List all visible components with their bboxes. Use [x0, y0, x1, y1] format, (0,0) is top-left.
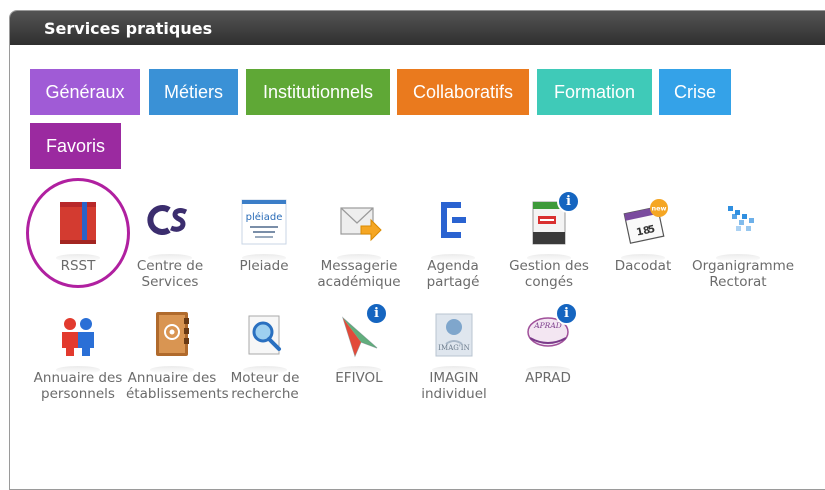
svg-text:new: new — [651, 205, 666, 213]
aprad-icon: APRAD i — [520, 302, 578, 374]
service-label: Centre de Services — [136, 258, 204, 290]
service-moteur-recherche[interactable]: Moteur de recherche — [219, 308, 311, 402]
service-label: Agenda partagé — [426, 258, 480, 290]
tab-metiers[interactable]: Métiers — [149, 69, 238, 115]
calendar-icon: 18 5 new — [615, 196, 671, 262]
pleiade-logo-icon: pléiade — [236, 196, 292, 262]
address-book-icon — [144, 308, 200, 374]
organigramme-icon — [710, 196, 766, 262]
service-organigramme[interactable]: Organigramme Rectorat — [692, 196, 795, 290]
tab-formation[interactable]: Formation — [537, 69, 652, 115]
service-imagin[interactable]: IMAG'IN IMAGIN individuel — [408, 308, 500, 402]
service-label: Messagerie académique — [317, 258, 401, 290]
service-label: Annuaire des établissements — [126, 370, 229, 402]
service-agenda[interactable]: Agenda partagé — [407, 196, 499, 290]
service-label: Organigramme Rectorat — [692, 258, 795, 290]
info-icon[interactable]: i — [557, 190, 580, 213]
service-dacodat[interactable]: 18 5 new Dacodat — [597, 196, 689, 274]
mail-icon — [331, 196, 387, 262]
svg-text:pléiade: pléiade — [246, 211, 283, 223]
service-label: IMAGIN individuel — [421, 370, 487, 402]
tab-generaux[interactable]: Généraux — [30, 69, 140, 115]
imagin-icon: IMAG'IN — [426, 308, 482, 374]
tab-institutionnels[interactable]: Institutionnels — [246, 69, 390, 115]
service-messagerie[interactable]: Messagerie académique — [313, 196, 405, 290]
service-centre-de-services[interactable]: Centre de Services — [124, 196, 216, 290]
info-icon[interactable]: i — [365, 302, 388, 325]
cs-logo-icon — [142, 196, 198, 262]
service-aprad[interactable]: APRAD i APRAD — [502, 302, 594, 386]
agenda-icon — [425, 196, 481, 262]
paper-plane-icon: i — [331, 302, 388, 374]
tab-collaboratifs[interactable]: Collaboratifs — [397, 69, 529, 115]
service-label: Moteur de recherche — [230, 370, 300, 402]
info-icon[interactable]: i — [555, 302, 578, 325]
service-annuaire-etablissements[interactable]: Annuaire des établissements — [126, 308, 229, 402]
service-label: Annuaire des personnels — [33, 370, 123, 402]
service-gestion-conges[interactable]: i Gestion des congés — [503, 190, 595, 290]
tab-crise[interactable]: Crise — [659, 69, 731, 115]
service-annuaire-personnels[interactable]: Annuaire des personnels — [32, 308, 124, 402]
people-icon — [50, 308, 106, 374]
panel-header: Services pratiques — [10, 11, 825, 45]
search-icon — [237, 308, 293, 374]
conges-icon: i — [521, 190, 580, 262]
service-pleiade[interactable]: pléiade Pleiade — [218, 196, 310, 274]
service-efivol[interactable]: i EFIVOL — [313, 302, 405, 386]
svg-text:APRAD: APRAD — [533, 321, 562, 330]
svg-text:IMAG'IN: IMAG'IN — [438, 344, 469, 352]
highlight-circle — [26, 178, 130, 288]
panel-title: Services pratiques — [44, 19, 213, 38]
service-label: Gestion des congés — [509, 258, 589, 290]
tab-favoris[interactable]: Favoris — [30, 123, 121, 169]
